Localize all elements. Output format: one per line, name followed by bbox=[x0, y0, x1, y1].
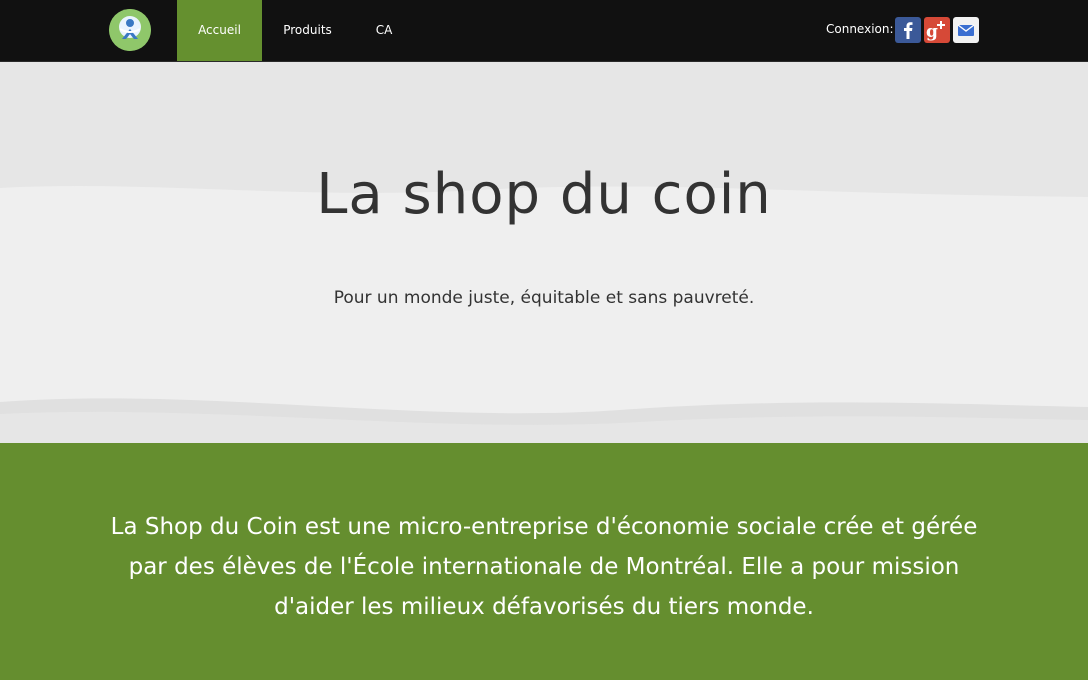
site-logo[interactable] bbox=[109, 9, 151, 51]
nav-item-ca[interactable]: CA bbox=[364, 0, 404, 61]
google-plus-icon[interactable]: g bbox=[924, 17, 950, 43]
hero-banner: La shop du coin Pour un monde juste, équ… bbox=[0, 62, 1088, 443]
about-section: La Shop du Coin est une micro-entreprise… bbox=[0, 443, 1088, 680]
about-text: La Shop du Coin est une micro-entreprise… bbox=[110, 514, 978, 620]
top-navbar: Accueil Produits CA Connexion: g bbox=[0, 0, 1088, 62]
nav-item-accueil[interactable]: Accueil bbox=[177, 0, 262, 61]
hero-subtitle: Pour un monde juste, équitable et sans p… bbox=[333, 288, 755, 308]
hero-wave-background bbox=[0, 62, 1088, 443]
email-icon[interactable] bbox=[953, 17, 979, 43]
nav-item-produits[interactable]: Produits bbox=[270, 0, 345, 61]
facebook-icon[interactable] bbox=[895, 17, 921, 43]
svg-text:g: g bbox=[926, 22, 938, 42]
hero-title: La shop du coin bbox=[316, 162, 772, 227]
connexion-label: Connexion: bbox=[826, 22, 894, 36]
